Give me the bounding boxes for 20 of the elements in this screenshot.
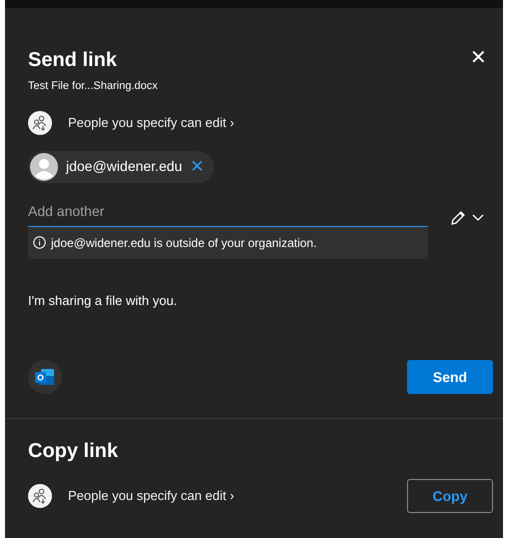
dialog-title: Send link xyxy=(28,48,118,72)
pencil-icon xyxy=(449,208,467,226)
permission-link[interactable]: People you specify can edit › xyxy=(68,486,234,506)
permission-link[interactable]: People you specify can edit › xyxy=(68,112,234,132)
warning-text: jdoe@widener.edu is outside of your organization. xyxy=(51,234,317,252)
people-icon xyxy=(28,110,52,134)
mail-app-icon[interactable] xyxy=(28,360,62,394)
chevron-icon xyxy=(471,212,485,222)
copy-button[interactable]: Copy xyxy=(407,479,493,513)
section-title: Copy link xyxy=(28,439,120,463)
recipient-email: jdoe@widener.edu xyxy=(66,157,182,176)
info-icon xyxy=(33,236,46,249)
message-text[interactable]: I'm sharing a file with you. xyxy=(28,290,493,310)
edit-permission-dropdown[interactable] xyxy=(449,208,485,226)
avatar-icon xyxy=(30,152,58,180)
people-icon xyxy=(28,484,52,508)
close-button[interactable]: ✕ xyxy=(464,48,493,68)
send-button[interactable]: Send xyxy=(407,360,493,394)
file-name: Test File for...Sharing.docx xyxy=(28,79,158,94)
remove-button[interactable]: ✕ xyxy=(190,158,204,175)
